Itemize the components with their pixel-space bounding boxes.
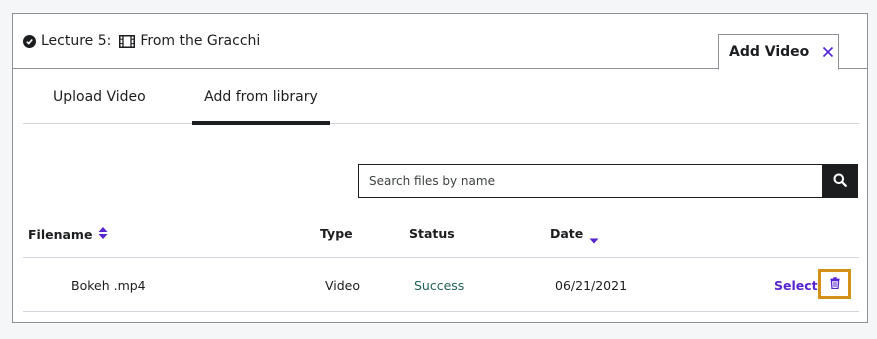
lecture-title: From the Gracchi <box>140 33 261 49</box>
check-circle-icon <box>23 34 36 48</box>
add-video-tab-label: Add Video <box>729 44 810 60</box>
sort-down-icon[interactable] <box>589 232 599 247</box>
column-date[interactable]: Date <box>550 220 599 247</box>
film-icon <box>119 34 136 48</box>
column-filename[interactable]: Filename <box>28 226 108 243</box>
table-row: Bokeh .mp4 Video Success 06/21/2021 Sele… <box>23 258 859 312</box>
column-status: Status <box>409 226 455 241</box>
lecture-header: Lecture 5: From the Gracchi Add Video <box>13 14 867 70</box>
delete-button[interactable] <box>818 269 851 299</box>
video-source-tabs: Upload Video Add from library <box>23 70 859 125</box>
tab-add-from-library[interactable]: Add from library <box>192 70 330 125</box>
add-video-tab[interactable]: Add Video <box>718 34 839 70</box>
lecture-title-line: Lecture 5: From the Gracchi <box>23 33 260 49</box>
lecture-label: Lecture 5: <box>41 33 112 49</box>
select-link[interactable]: Select <box>774 258 818 312</box>
close-icon[interactable] <box>822 46 834 58</box>
cell-filename: Bokeh .mp4 <box>71 277 146 293</box>
search-input[interactable] <box>358 164 822 198</box>
cell-type: Video <box>325 277 361 293</box>
cell-status: Success <box>414 277 465 293</box>
curriculum-item-panel: Lecture 5: From the Gracchi Add Video Up… <box>12 13 868 323</box>
trash-icon <box>830 276 840 292</box>
column-filename-label: Filename <box>28 227 93 242</box>
search-bar <box>358 164 858 198</box>
table-header: Filename Type Status Date <box>23 226 859 258</box>
search-button[interactable] <box>822 164 858 198</box>
sort-both-icon[interactable] <box>98 226 108 243</box>
cell-date: 06/21/2021 <box>555 277 628 293</box>
tab-upload-video[interactable]: Upload Video <box>41 70 176 124</box>
column-type: Type <box>320 226 353 241</box>
search-icon <box>833 172 847 191</box>
column-date-label: Date <box>550 226 584 241</box>
